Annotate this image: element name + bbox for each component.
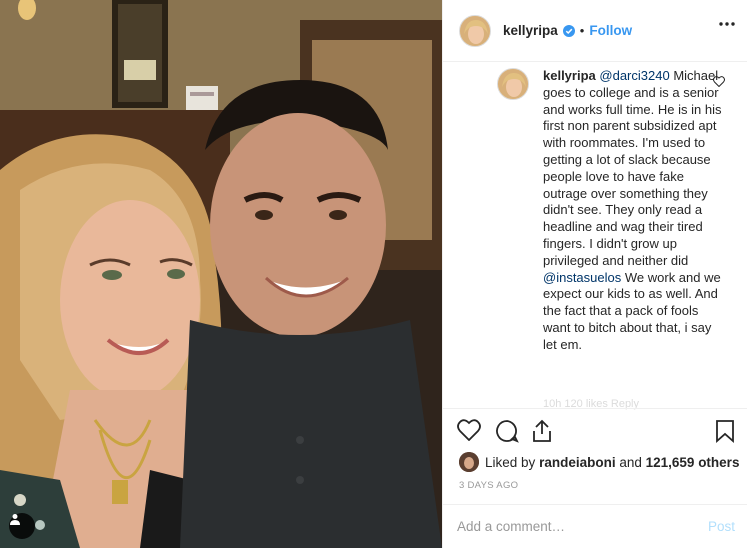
share-icon[interactable] xyxy=(531,419,553,443)
comment-icon[interactable] xyxy=(495,419,519,443)
bookmark-icon[interactable] xyxy=(715,419,735,443)
post-photo[interactable] xyxy=(0,0,442,548)
add-comment-bar: Post xyxy=(443,504,747,548)
more-options-icon[interactable] xyxy=(719,22,735,26)
post-comment-button[interactable]: Post xyxy=(708,519,735,534)
comment-username[interactable]: kellyripa xyxy=(543,68,596,83)
photo-illustration xyxy=(0,0,442,548)
comment-input[interactable] xyxy=(457,519,708,534)
post-timestamp[interactable]: 3 DAYS AGO xyxy=(459,480,518,491)
heart-icon[interactable] xyxy=(457,419,481,441)
post-header: kellyripa • Follow xyxy=(443,0,747,62)
action-bar xyxy=(443,408,747,454)
liked-by-middle: and xyxy=(619,454,642,470)
comment-mention[interactable]: @darci3240 xyxy=(599,68,669,83)
author-username[interactable]: kellyripa xyxy=(503,23,558,38)
comment-mention-2[interactable]: @instasuelos xyxy=(543,270,621,285)
follow-button[interactable]: Follow xyxy=(589,23,632,38)
avatar[interactable] xyxy=(459,14,491,47)
verified-badge-icon xyxy=(562,24,575,37)
post-side-panel: kellyripa • Follow kellyripa @darci3240 … xyxy=(442,0,747,548)
comments-area: kellyripa @darci3240 Michael goes to col… xyxy=(443,62,747,407)
comment-like-heart-icon[interactable] xyxy=(713,76,725,87)
user-tag-icon xyxy=(10,514,20,525)
comment-text: kellyripa @darci3240 Michael goes to col… xyxy=(543,68,723,354)
comment-avatar[interactable] xyxy=(497,68,529,100)
liker-username[interactable]: randeiaboni xyxy=(539,455,616,470)
comment-body-1: Michael goes to college and is a senior … xyxy=(543,68,722,268)
tag-button[interactable] xyxy=(9,513,35,539)
likes-line: Liked by randeiaboni and 121,659 others xyxy=(459,452,739,472)
liked-by-prefix: Liked by xyxy=(485,454,536,470)
liker-avatar[interactable] xyxy=(459,452,479,472)
separator-dot: • xyxy=(579,23,585,38)
likes-count[interactable]: 121,659 others xyxy=(646,455,740,470)
